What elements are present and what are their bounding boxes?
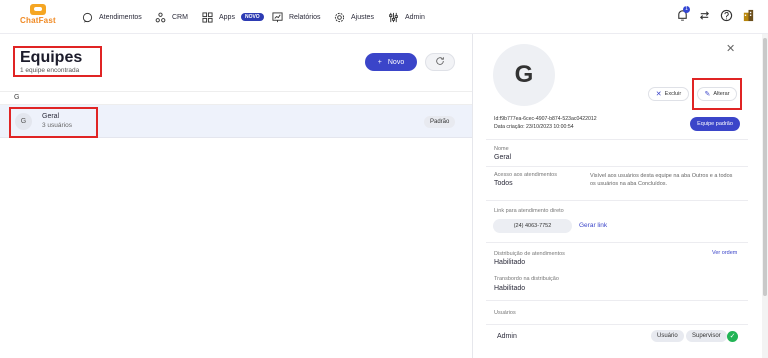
- edit-button[interactable]: ✎ Alterar: [697, 87, 737, 101]
- nav-atendimentos[interactable]: Atendimentos: [82, 9, 142, 25]
- refresh-button[interactable]: [425, 53, 455, 71]
- nav-label: Atendimentos: [99, 13, 142, 21]
- team-user-count: 3 usuários: [42, 122, 72, 129]
- divider: [486, 242, 748, 243]
- notifications-icon[interactable]: 1: [676, 6, 690, 22]
- transfer-label: Transbordo na distribuição: [494, 276, 559, 282]
- direct-link-label: Link para atendimento direto: [494, 208, 564, 214]
- crm-nodes-icon: [155, 12, 166, 23]
- default-team-button[interactable]: Equipe padrão: [690, 117, 740, 131]
- phone-number[interactable]: (24) 4063-7752: [493, 219, 572, 233]
- default-tag: Padrão: [424, 116, 456, 128]
- nav-ajustes[interactable]: Ajustes: [334, 9, 374, 25]
- created-date: Data criação: 23/10/2023 10:00:54: [494, 124, 574, 130]
- nav-label: Apps: [219, 13, 235, 21]
- close-x-icon: ✕: [655, 91, 662, 98]
- nav-label: Relatórios: [289, 13, 321, 21]
- supervisor-tag: Supervisor: [686, 330, 727, 342]
- access-description: Visível aos usuários desta equipe na aba…: [590, 173, 733, 187]
- name-value: Geral: [494, 154, 512, 161]
- close-icon[interactable]: ✕: [726, 42, 735, 55]
- divider: [486, 166, 748, 167]
- avatar: G: [493, 44, 555, 106]
- teams-list-area: [0, 34, 472, 358]
- logo-text: ChatFast: [20, 16, 56, 25]
- apps-grid-icon: [202, 11, 213, 23]
- new-button-label: Novo: [387, 58, 405, 66]
- divider: [486, 200, 748, 201]
- nav-label: CRM: [172, 13, 188, 21]
- logo-mark-icon: [30, 4, 46, 15]
- nav-relatorios[interactable]: Relatórios: [272, 9, 321, 25]
- refresh-icon: [435, 53, 445, 71]
- nav-crm[interactable]: CRM: [155, 9, 188, 25]
- team-id: Id:f9b777ea-6cec-4907-b874-523ac0422012: [494, 116, 597, 122]
- distribution-value: Habilitado: [494, 259, 526, 266]
- transfer-value: Habilitado: [494, 285, 526, 292]
- name-label: Nome: [494, 146, 509, 152]
- chat-bubble-icon: [82, 12, 93, 23]
- plus-icon: +: [377, 58, 382, 66]
- check-icon: ✓: [727, 331, 738, 342]
- access-label: Acesso aos atendimentos: [494, 172, 557, 178]
- swap-arrows-icon[interactable]: [698, 9, 711, 22]
- team-name: Geral: [42, 113, 60, 120]
- new-team-button[interactable]: + Novo: [365, 53, 417, 71]
- group-letter-header: G: [0, 91, 472, 105]
- scrollbar-thumb[interactable]: [763, 38, 767, 296]
- delete-button[interactable]: ✕ Excluir: [648, 87, 689, 101]
- new-badge: NOVO: [240, 13, 264, 21]
- admin-sliders-icon: [388, 12, 399, 23]
- view-order-link[interactable]: Ver ordem: [712, 250, 737, 256]
- access-value: Todos: [494, 180, 513, 187]
- divider: [486, 324, 748, 325]
- reports-icon: [272, 11, 283, 23]
- distribution-label: Distribuição de atendimentos: [494, 251, 565, 257]
- team-avatar: G: [15, 113, 32, 130]
- edit-label: Alterar: [713, 91, 730, 97]
- user-role-tag: Usuário: [651, 330, 684, 342]
- divider: [486, 139, 748, 140]
- panel-scrollbar[interactable]: [762, 34, 768, 358]
- gear-icon: [334, 12, 345, 23]
- generate-link-button[interactable]: Gerar link: [579, 222, 607, 229]
- chatfast-logo[interactable]: ChatFast: [20, 4, 56, 30]
- nav-apps[interactable]: Apps NOVO: [202, 9, 264, 25]
- user-name: Admin: [497, 333, 517, 340]
- edit-icon: ✎: [704, 91, 711, 98]
- nav-label: Admin: [405, 13, 425, 21]
- divider: [486, 300, 748, 301]
- building-avatar-icon[interactable]: [742, 9, 755, 22]
- help-icon[interactable]: [720, 9, 733, 22]
- notification-count-badge: 1: [683, 6, 690, 13]
- delete-label: Excluir: [664, 91, 682, 97]
- page-subtitle: 1 equipe encontrada: [20, 67, 80, 74]
- page-title: Equipes: [20, 49, 83, 66]
- nav-label: Ajustes: [351, 13, 374, 21]
- nav-admin[interactable]: Admin: [388, 9, 425, 25]
- users-label: Usuários: [494, 310, 516, 316]
